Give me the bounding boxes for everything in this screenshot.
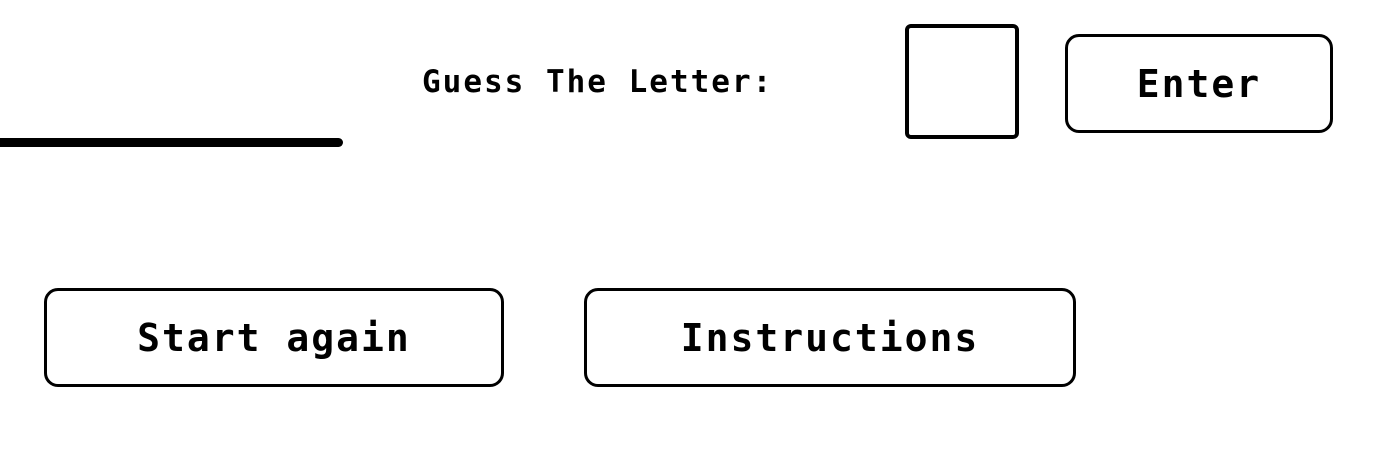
word-blank-underline [0, 138, 343, 147]
guess-letter-label: Guess The Letter: [422, 64, 774, 100]
start-again-button[interactable]: Start again [44, 288, 504, 387]
instructions-button[interactable]: Instructions [584, 288, 1076, 387]
letter-input[interactable] [905, 24, 1019, 139]
enter-button[interactable]: Enter [1065, 34, 1333, 133]
